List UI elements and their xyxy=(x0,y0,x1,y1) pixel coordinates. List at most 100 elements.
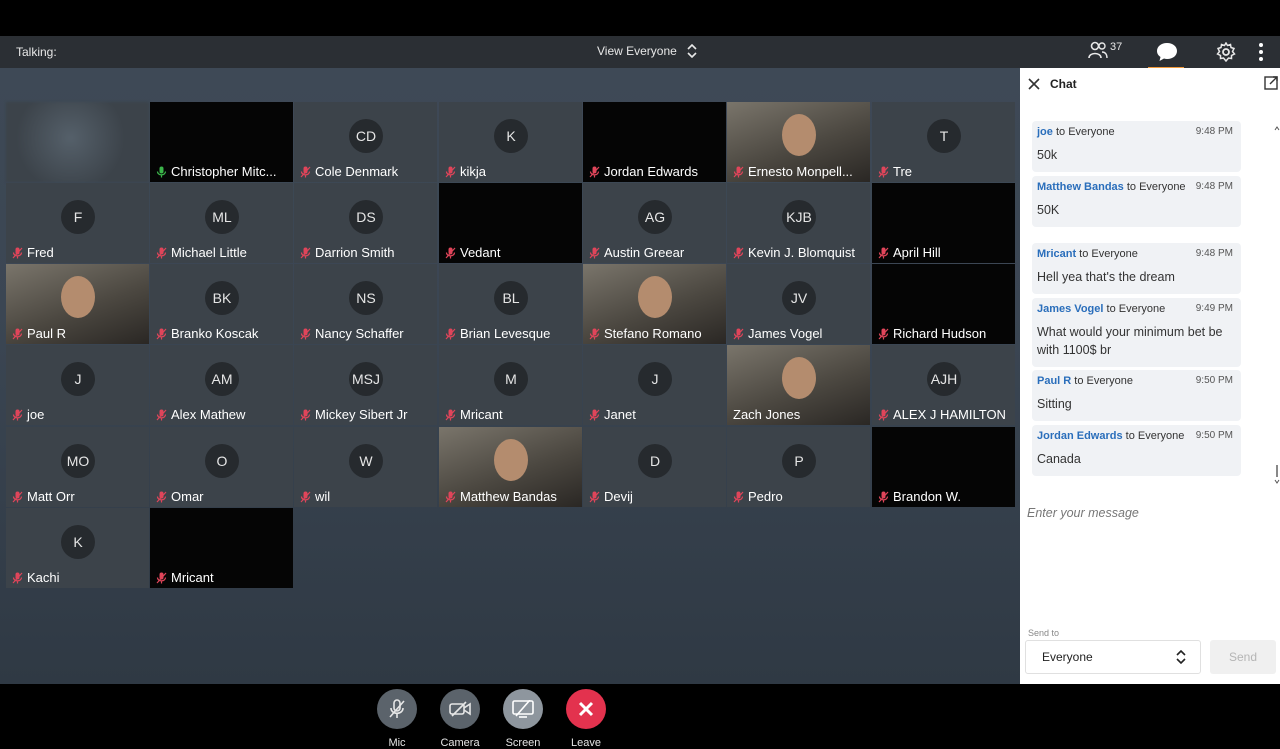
chat-recipient: to Everyone xyxy=(1052,126,1115,138)
participant-tile[interactable]: Zach Jones xyxy=(727,345,870,425)
mic-off-icon xyxy=(12,572,23,583)
participant-tile[interactable]: AM Alex Mathew xyxy=(150,345,293,425)
participant-name-text: Brandon W. xyxy=(893,489,961,504)
chat-message-from: Paul R to Everyone xyxy=(1037,375,1133,387)
send-to-select[interactable]: Everyone xyxy=(1025,640,1201,674)
mic-on-icon xyxy=(156,166,167,177)
participant-tile[interactable]: BK Branko Koscak xyxy=(150,264,293,344)
chat-recipient: to Everyone xyxy=(1123,181,1186,193)
close-chat-icon[interactable] xyxy=(1028,78,1040,90)
chat-message-header: joe to Everyone 9:48 PM xyxy=(1037,126,1233,138)
participant-name-text: Alex Mathew xyxy=(171,407,246,422)
chat-recipient: to Everyone xyxy=(1076,248,1138,260)
mic-off-icon xyxy=(878,247,889,258)
participant-tile[interactable]: MO Matt Orr xyxy=(6,427,149,507)
participant-tile[interactable]: D Devij xyxy=(583,427,726,507)
participant-tile[interactable]: DS Darrion Smith xyxy=(294,183,437,263)
participant-tile[interactable]: Richard Hudson xyxy=(872,264,1015,344)
participant-tile[interactable]: M Mricant xyxy=(439,345,582,425)
participant-name-text: Nancy Schaffer xyxy=(315,326,404,341)
participant-name: Michael Little xyxy=(156,245,289,260)
participant-tile[interactable]: P Pedro xyxy=(727,427,870,507)
chat-timestamp: 9:50 PM xyxy=(1195,375,1233,386)
call-controls: Mic Camera Screen Leave xyxy=(0,689,1020,749)
participant-tile[interactable]: Jordan Edwards xyxy=(583,102,726,182)
avatar-initials: ML xyxy=(205,200,239,234)
participant-tile[interactable]: BL Brian Levesque xyxy=(439,264,582,344)
participant-tile[interactable]: MSJ Mickey Sibert Jr xyxy=(294,345,437,425)
participant-tile[interactable]: AJH ALEX J HAMILTON xyxy=(872,345,1015,425)
participant-tile[interactable]: Brandon W. xyxy=(872,427,1015,507)
participant-tile[interactable]: NS Nancy Schaffer xyxy=(294,264,437,344)
participant-tile[interactable]: T Tre xyxy=(872,102,1015,182)
mic-off-icon xyxy=(156,491,167,502)
participant-name: Devij xyxy=(589,489,722,504)
participant-tile[interactable]: JV James Vogel xyxy=(727,264,870,344)
participant-name-text: Austin Greear xyxy=(604,245,685,260)
mic-off-icon xyxy=(445,409,456,420)
chat-title: Chat xyxy=(1050,77,1077,91)
avatar-initials: M xyxy=(494,362,528,396)
participant-name: Fred xyxy=(12,245,145,260)
participant-tile[interactable]: KJB Kevin J. Blomquist xyxy=(727,183,870,263)
participant-tile[interactable]: Matthew Bandas xyxy=(439,427,582,507)
participant-tile[interactable]: CD Cole Denmark xyxy=(294,102,437,182)
more-options-button[interactable] xyxy=(1258,42,1264,65)
mic-off-icon xyxy=(733,328,744,339)
participant-tile[interactable]: April Hill xyxy=(872,183,1015,263)
participant-tile[interactable]: Mricant xyxy=(150,508,293,588)
participant-tile[interactable]: O Omar xyxy=(150,427,293,507)
participant-name-text: Tre xyxy=(893,164,913,179)
participant-name-text: Janet xyxy=(604,407,636,422)
participant-tile[interactable]: Jjoe xyxy=(6,345,149,425)
mic-off-icon xyxy=(445,328,456,339)
mic-off-icon xyxy=(156,247,167,258)
camera-button[interactable]: Camera xyxy=(430,689,490,749)
video-feed xyxy=(638,276,672,318)
participant-name-text: Omar xyxy=(171,489,204,504)
participant-tile[interactable]: Christopher Mitc... xyxy=(150,102,293,182)
leave-button[interactable]: Leave xyxy=(556,689,616,749)
send-button[interactable]: Send xyxy=(1210,640,1276,674)
participant-name-text: Stefano Romano xyxy=(604,326,702,341)
participant-tile[interactable]: Vedant xyxy=(439,183,582,263)
participant-name-text: Cole Denmark xyxy=(315,164,399,179)
participant-tile[interactable]: Stefano Romano xyxy=(583,264,726,344)
chat-message-text: 50k xyxy=(1037,148,1058,162)
participant-name: Brian Levesque xyxy=(445,326,578,341)
chat-message-from: Mricant to Everyone xyxy=(1037,248,1138,260)
participant-tile[interactable]: Kkikja xyxy=(439,102,582,182)
participant-tile[interactable]: ML Michael Little xyxy=(150,183,293,263)
participant-tile[interactable]: K Kachi xyxy=(6,508,149,588)
chat-scrollbar[interactable] xyxy=(1274,120,1280,540)
participant-name-text: Fred xyxy=(27,245,54,260)
avatar-initials: T xyxy=(927,119,961,153)
participant-tile[interactable]: J Janet xyxy=(583,345,726,425)
participants-button[interactable]: 37 xyxy=(1088,41,1122,59)
participant-tile[interactable]: AG Austin Greear xyxy=(583,183,726,263)
participant-name: wil xyxy=(300,489,433,504)
mic-label: Mic xyxy=(388,737,406,749)
participant-tile[interactable] xyxy=(6,102,149,182)
chat-toggle-button[interactable] xyxy=(1148,42,1184,69)
participant-name-text: joe xyxy=(27,407,45,422)
popout-icon[interactable] xyxy=(1264,76,1278,90)
mic-off-icon xyxy=(878,409,889,420)
chat-bubble-icon xyxy=(1157,43,1177,61)
participant-name: Mricant xyxy=(156,570,289,585)
participant-name: April Hill xyxy=(878,245,1011,260)
screen-share-button[interactable]: Screen xyxy=(493,689,553,749)
chat-message-from: joe to Everyone xyxy=(1037,126,1115,138)
participant-tile[interactable]: F Fred xyxy=(6,183,149,263)
participant-tile[interactable]: Ernesto Monpell... xyxy=(727,102,870,182)
participant-name: Mickey Sibert Jr xyxy=(300,407,433,422)
participant-name: Matthew Bandas xyxy=(445,489,578,504)
participant-tile[interactable]: Paul R xyxy=(6,264,149,344)
mic-button[interactable]: Mic xyxy=(367,689,427,749)
mic-off-icon xyxy=(389,699,405,718)
view-mode-selector[interactable]: View Everyone xyxy=(597,44,697,58)
participant-name: Richard Hudson xyxy=(878,326,1011,341)
chat-message-input[interactable]: Enter your message xyxy=(1027,506,1139,520)
settings-button[interactable] xyxy=(1216,41,1236,65)
participant-tile[interactable]: Wwil xyxy=(294,427,437,507)
